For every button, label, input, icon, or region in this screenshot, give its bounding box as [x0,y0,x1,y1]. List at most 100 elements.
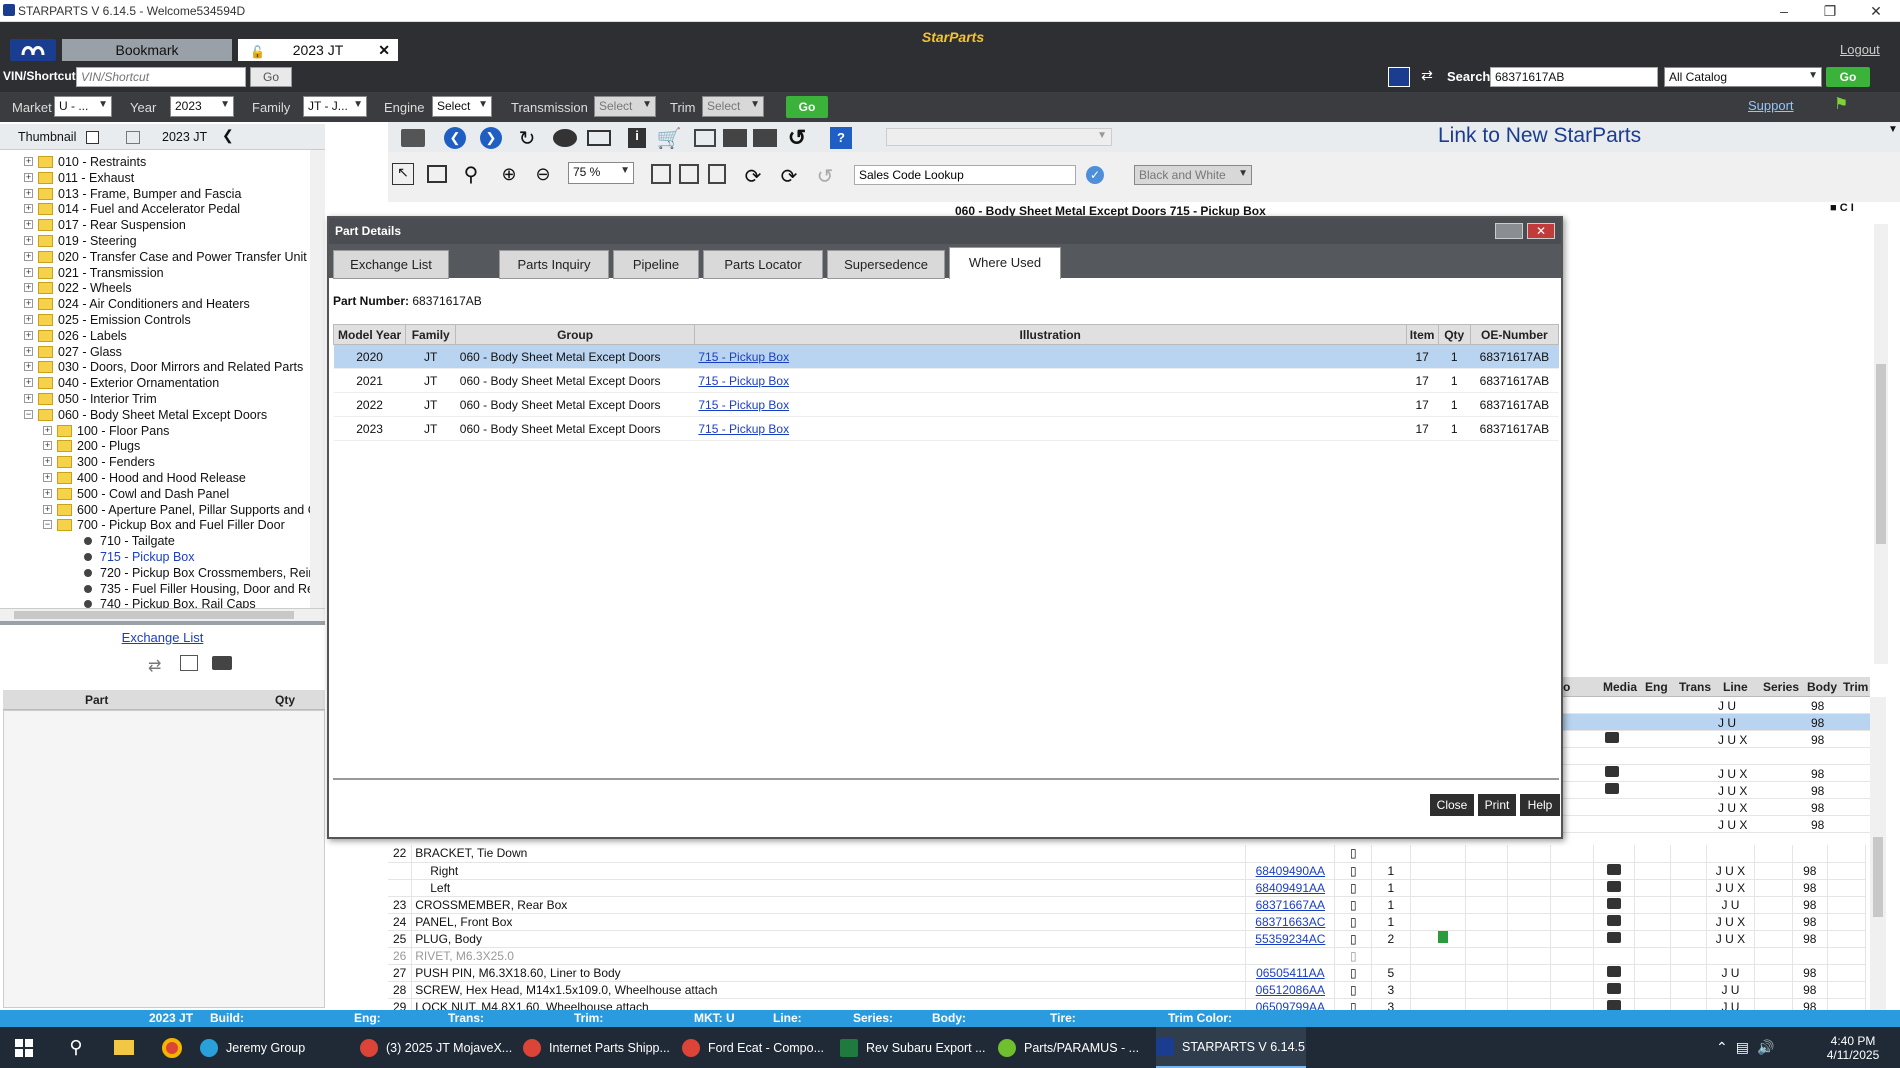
modal-close-icon[interactable]: ✕ [1527,223,1555,239]
page-layout-icon[interactable] [674,160,704,188]
tab-parts-locator[interactable]: Parts Locator [703,250,823,279]
camera-icon[interactable] [1606,965,1621,977]
history-select[interactable]: ▼ [886,128,1112,146]
support-link[interactable]: Support [1748,98,1794,113]
expand-icon[interactable]: + [43,457,52,467]
tree-horizontal-scrollbar[interactable] [0,608,325,621]
expand-icon[interactable]: + [24,394,33,403]
print-icon[interactable] [212,656,232,670]
taskbar-item-parts-paramus[interactable]: Parts/PARAMUS - ... [998,1027,1153,1068]
part-number-link[interactable]: 68371667AA [1256,898,1325,912]
expand-icon[interactable]: + [43,504,52,514]
parts-grid-scrollbar[interactable] [1870,697,1886,1010]
expand-icon[interactable]: + [24,283,33,293]
parts-row[interactable]: J U X 98 [1563,816,1870,833]
restore-icon[interactable] [1495,223,1523,239]
expand-icon[interactable]: + [24,267,33,277]
filter-go-button[interactable]: Go [786,96,828,118]
tab-close-icon[interactable]: ✕ [378,39,390,61]
expand-icon[interactable]: + [24,330,33,340]
taskbar-item-starparts[interactable]: STARPARTS V 6.14.5... [1156,1027,1306,1068]
tab-pipeline[interactable]: Pipeline [613,250,699,279]
tray-icons[interactable]: ⌃▤🔊 [1716,1027,1802,1068]
page-icon[interactable] [646,160,676,188]
search-icon[interactable]: ⚲ [56,1027,96,1068]
usb-icon[interactable]: ⇄ [1416,67,1438,87]
parts-row[interactable]: J U X 98 [1563,799,1870,816]
checkmark-icon[interactable]: ✓ [1086,166,1104,184]
document-icon[interactable]: ▯ [1334,845,1373,863]
expand-icon[interactable]: + [24,172,33,182]
tab-2023-jt[interactable]: 🔓 2023 JT ✕ [238,39,398,61]
back-icon[interactable]: ❮ [440,124,470,152]
camera-icon[interactable] [1605,732,1619,743]
illustration-link[interactable]: 715 - Pickup Box [698,374,789,388]
minimize-icon[interactable]: – [1764,0,1804,22]
camera-icon[interactable] [1606,931,1621,943]
document-icon[interactable]: ▯ [1334,947,1373,965]
part-number-link[interactable]: 68371663AC [1255,915,1325,929]
exchange-icon[interactable]: ⇄ [148,656,161,676]
start-button[interactable] [0,1027,48,1068]
maximize-icon[interactable]: ❐ [1810,0,1850,22]
close-window-icon[interactable]: ✕ [1856,0,1896,22]
mopar-icon[interactable] [1388,67,1410,87]
reset-icon[interactable]: ↺ [782,124,812,152]
vin-go-button[interactable]: Go [250,67,292,87]
document-icon[interactable]: ▯ [1334,879,1373,897]
illustration-link[interactable]: 715 - Pickup Box [698,398,789,412]
part-number-link[interactable]: 55359234AC [1255,932,1325,946]
tab-exchange-list[interactable]: Exchange List [333,250,449,279]
where-used-row[interactable]: 2021 JT 060 - Body Sheet Metal Except Door… [333,368,1559,393]
trim-select[interactable]: Select ▼ [702,96,764,117]
part-number-link[interactable]: 68409491AA [1256,881,1325,895]
parts-row[interactable]: Left 68409491AA ▯ 1 J U X 98 [388,879,1867,897]
close-button[interactable]: Close [1430,794,1474,816]
collapse-icon[interactable]: − [43,520,52,530]
zoom-select[interactable]: 75 % ▼ [568,162,634,184]
link-new-starparts[interactable]: Link to New StarParts [1438,124,1641,148]
tree-vertical-scrollbar[interactable] [310,150,325,608]
chevron-left-icon[interactable]: ❮ [222,127,234,144]
thumbnail-checkbox[interactable] [86,131,99,144]
zoom-box-icon[interactable] [422,160,452,188]
refresh-icon[interactable]: ↻ [512,124,542,152]
document-icon[interactable]: ▯ [1334,913,1373,931]
taskbar-item-rev-subaru[interactable]: Rev Subaru Export ... [840,1027,990,1068]
parts-row[interactable]: 27 PUSH PIN, M6.3X18.60, Liner to Body 065… [388,964,1867,982]
expand-icon[interactable]: + [24,220,33,230]
tab-bookmark[interactable]: Bookmark [62,39,232,61]
file-explorer-icon[interactable] [104,1027,144,1068]
where-used-row[interactable]: 2022 JT 060 - Body Sheet Metal Except Door… [333,392,1559,417]
engine-icon[interactable] [584,124,614,152]
camera-icon[interactable] [1606,897,1621,909]
camera-icon[interactable] [1605,766,1619,777]
collapse-icon[interactable]: − [24,409,33,419]
illustration-link[interactable]: 715 - Pickup Box [698,350,789,364]
family-select[interactable]: JT - J... ▼ [303,96,367,117]
clock[interactable]: 4:40 PM 4/11/2025 [1810,1027,1896,1068]
expand-icon[interactable]: + [24,299,33,309]
document-icon[interactable]: ▯ [1334,964,1373,982]
zoom-out-icon[interactable]: ⊖ [528,160,558,188]
illustration-view-icons[interactable]: ■ C I [1830,202,1854,214]
note-icon[interactable] [1437,931,1448,943]
parts-row[interactable]: J U 98 [1563,714,1870,731]
expand-icon[interactable]: + [24,346,33,356]
sales-code-input[interactable] [854,165,1076,185]
disc-icon[interactable] [550,124,580,152]
expand-icon[interactable]: + [43,425,52,435]
help-button[interactable]: Help [1520,794,1560,816]
parts-row[interactable]: 22 BRACKET, Tie Down ▯ [388,845,1867,863]
part-number-link[interactable]: 06512086AA [1256,983,1325,997]
vin-input[interactable] [76,67,246,87]
print-button[interactable]: Print [1478,794,1516,816]
rotate-icon[interactable]: ⟳ [738,162,768,190]
page-single-icon[interactable] [702,160,732,188]
document-icon[interactable]: ▯ [1334,981,1373,999]
list-icon[interactable] [180,655,198,671]
tab-parts-inquiry[interactable]: Parts Inquiry [499,250,609,279]
parts-row[interactable]: 24 PANEL, Front Box 68371663AC ▯ 1 J U X 98 [388,913,1867,931]
parts-row[interactable]: J U X 98 [1563,731,1870,748]
market-select[interactable]: U - ... ▼ [54,96,112,117]
